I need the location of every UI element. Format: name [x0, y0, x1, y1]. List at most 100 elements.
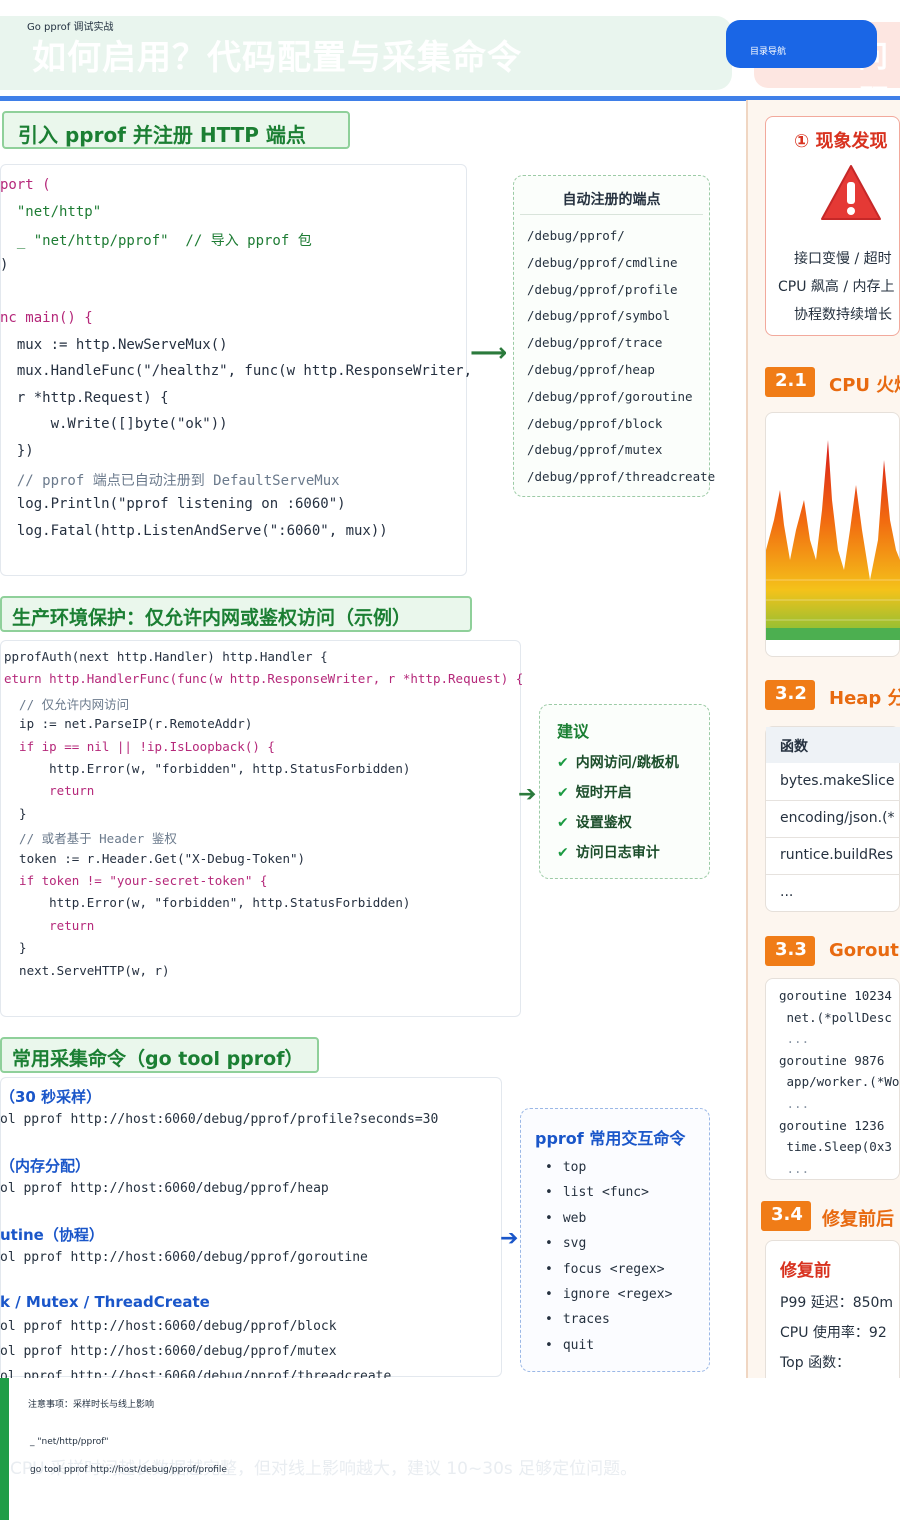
code-line: r *http.Request) {	[0, 389, 169, 406]
check-icon: ✔	[557, 845, 569, 861]
code-line: // 或者基于 Header 鉴权	[4, 831, 177, 847]
interactive-title: pprof 常用交互命令	[535, 1129, 686, 1148]
endpoint-item: /debug/pprof/cmdline	[527, 254, 678, 270]
interactive-item: • list <func>	[545, 1185, 649, 1200]
goroutine-title: Goroutine	[829, 940, 900, 961]
interactive-command: web	[562, 1210, 587, 1226]
note-line-1: _ "net/http/pprof"	[30, 1437, 109, 1447]
phenomenon-title: ① 现象发现	[794, 131, 888, 152]
brand-label: Go pprof 调试实战	[27, 22, 114, 33]
code-line: _ "net/http/pprof" // 导入 pprof 包	[0, 233, 312, 250]
arrow-right-icon: ⟶	[470, 338, 508, 368]
bullet-icon: •	[545, 1337, 553, 1353]
endpoint-item: /debug/pprof/trace	[527, 335, 663, 351]
heap-row: ...	[780, 884, 794, 900]
phenomenon-line: CPU 飙高 / 内存上	[778, 279, 895, 295]
interactive-command: top	[562, 1160, 587, 1175]
goroutine-line: ...	[779, 1096, 810, 1111]
bullet-icon: •	[545, 1160, 553, 1175]
code-line: )	[0, 256, 9, 273]
interactive-item: • traces	[545, 1312, 610, 1327]
check-icon: ✔	[557, 785, 569, 801]
code-line: // pprof 端点已自动注册到 DefaultServeMux	[0, 472, 340, 489]
heap-badge: 3.2	[765, 680, 815, 710]
advice-text: 访问日志审计	[575, 845, 660, 861]
command-group-label: utine（协程）	[0, 1226, 104, 1244]
note-accent-bar	[0, 1378, 9, 1520]
bullet-icon: •	[545, 1312, 553, 1328]
interactive-command: svg	[562, 1236, 587, 1252]
code-line: return	[4, 783, 95, 799]
interactive-item: • ignore <regex>	[545, 1287, 672, 1302]
endpoint-item: /debug/pprof/symbol	[527, 308, 670, 324]
endpoints-title-divider	[520, 214, 703, 215]
fix-badge: 3.4	[761, 1201, 811, 1231]
section3-heading: 常用采集命令（go tool pprof）	[0, 1037, 319, 1073]
interactive-item: • top	[545, 1160, 586, 1175]
goroutine-line: app/worker.(*Wo	[779, 1074, 900, 1090]
heap-row: bytes.makeSlice	[780, 773, 895, 789]
goroutine-line: goroutine 1236	[779, 1117, 885, 1133]
fix-line: Top 函数：	[780, 1355, 851, 1371]
heap-row: runtice.buildRes	[780, 847, 894, 863]
note-line-2: go tool pprof http://host/debug/pprof/pr…	[30, 1465, 227, 1475]
advice-item: ✔ 内网访问/跳板机	[557, 752, 679, 772]
bullet-icon: •	[545, 1236, 553, 1252]
interactive-command: quit	[562, 1337, 595, 1353]
phenomenon-line: 接口变慢 / 超时	[794, 251, 892, 267]
code-line: eturn http.HandlerFunc(func(w http.Respo…	[4, 671, 524, 687]
code-line: pprofAuth(next http.Handler) http.Handle…	[4, 649, 328, 664]
interactive-command: list <func>	[562, 1185, 649, 1201]
bullet-icon: •	[545, 1210, 553, 1226]
flamegraph-icon	[766, 440, 900, 640]
endpoint-item: /debug/pprof/profile	[527, 281, 678, 297]
heap-row-divider	[766, 800, 900, 801]
code-line: // 仅允许内网访问	[4, 696, 130, 712]
code-line: nc main() {	[0, 310, 93, 326]
nav-button[interactable]: 目录导航	[726, 20, 877, 68]
advice-item: ✔ 设置鉴权	[557, 812, 632, 832]
goroutine-badge: 3.3	[765, 936, 815, 966]
code-line: "net/http"	[0, 203, 102, 220]
section1-heading: 引入 pprof 并注册 HTTP 端点	[2, 111, 350, 149]
fix-line: P99 延迟：850m	[780, 1295, 894, 1311]
arrow-right-icon: ➔	[500, 1226, 519, 1251]
code-line: if ip == nil || !ip.IsLoopback() {	[4, 738, 275, 754]
command-group-label: k / Mutex / ThreadCreate	[0, 1293, 210, 1311]
interactive-item: • svg	[545, 1236, 586, 1251]
bullet-icon: •	[545, 1287, 553, 1302]
page-title: 如何启用？代码配置与采集命令	[32, 38, 522, 78]
fix-title: 修复前后	[822, 1209, 894, 1230]
heap-row-divider	[766, 874, 900, 875]
code-line: port (	[0, 177, 51, 193]
advice-text: 内网访问/跳板机	[575, 755, 679, 771]
heap-title: Heap 分析	[829, 688, 900, 709]
bullet-icon: •	[545, 1261, 553, 1277]
section2-heading: 生产环境保护：仅允许内网或鉴权访问（示例）	[0, 596, 472, 632]
fix-subtitle: 修复前	[780, 1261, 831, 1281]
endpoint-item: /debug/pprof/heap	[527, 362, 655, 377]
interactive-command: traces	[562, 1312, 610, 1328]
phenomenon-line: 协程数持续增长	[794, 307, 892, 323]
code-line: }	[4, 940, 27, 956]
goroutine-line: time.Sleep(0x3	[779, 1139, 892, 1155]
endpoint-item: /debug/pprof/threadcreate	[527, 469, 716, 485]
interactive-item: • quit	[545, 1338, 594, 1353]
interactive-item: • web	[545, 1211, 586, 1226]
cpu-badge: 2.1	[765, 367, 815, 397]
interactive-command: focus <regex>	[562, 1261, 665, 1277]
goroutine-line: goroutine 10234	[779, 988, 892, 1003]
advice-title: 建议	[557, 722, 590, 741]
cpu-title: CPU 火焰图	[829, 375, 900, 396]
command-group-label: （30 秒采样）	[0, 1088, 102, 1106]
code-line: token := r.Header.Get("X-Debug-Token")	[4, 850, 306, 866]
command-line: ol pprof http://host:6060/debug/pprof/mu…	[0, 1344, 337, 1359]
code-line: http.Error(w, "forbidden", http.StatusFo…	[4, 895, 411, 911]
code-line: return	[4, 917, 95, 933]
endpoint-item: /debug/pprof/mutex	[527, 442, 663, 458]
heap-row-divider	[766, 837, 900, 838]
check-icon: ✔	[557, 755, 569, 771]
command-line: ol pprof http://host:6060/debug/pprof/go…	[0, 1250, 368, 1265]
command-group-label: （内存分配）	[0, 1157, 91, 1175]
interactive-command: ignore <regex>	[562, 1287, 673, 1302]
